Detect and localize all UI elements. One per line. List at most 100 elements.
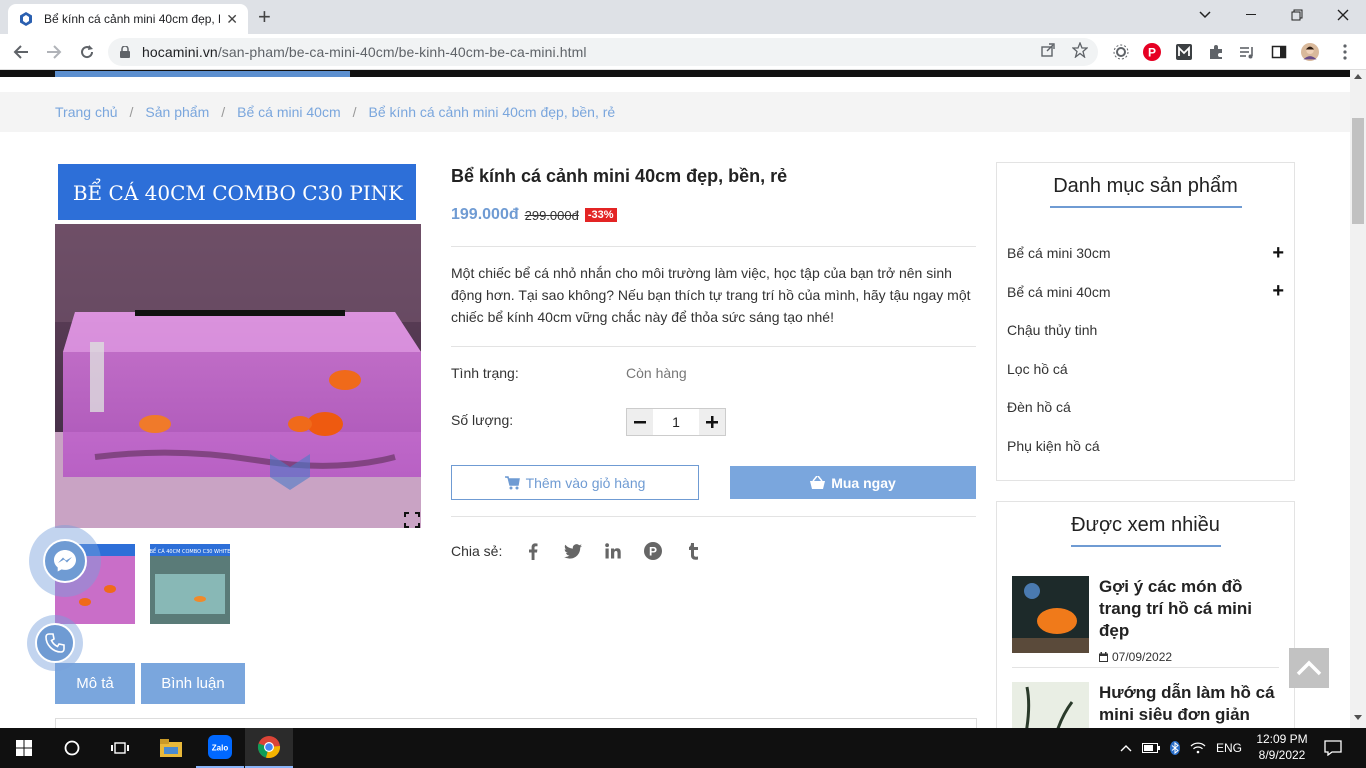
new-tab-button[interactable]: + — [258, 6, 271, 28]
back-button[interactable] — [10, 41, 32, 63]
messenger-button[interactable] — [29, 525, 101, 597]
browser-tab-bar: Bể kính cá cảnh mini 40cm đẹp, b ✕ + — [0, 0, 1366, 34]
scrollbar-thumb[interactable] — [1352, 118, 1364, 224]
breadcrumb-category[interactable]: Bể cá mini 40cm — [237, 104, 340, 120]
product-thumbnail-2[interactable]: BỂ CÁ 40CM COMBO C30 WHITE — [150, 544, 230, 624]
quantity-input[interactable]: 1 — [653, 409, 699, 435]
search-button[interactable] — [48, 728, 96, 768]
tab-close-icon[interactable]: ✕ — [226, 11, 238, 28]
address-bar[interactable]: hocamini.vn/san-pham/be-ca-mini-40cm/be-… — [108, 38, 1098, 66]
title-underline — [1070, 545, 1221, 547]
popular-posts-widget: Được xem nhiều Gợi ý các món đồ trang tr… — [996, 501, 1295, 728]
post-item[interactable]: Gợi ý các món đồ trang trí hồ cá mini đẹ… — [997, 576, 1294, 664]
category-item[interactable]: Lọc hồ cá — [997, 350, 1294, 389]
category-item[interactable]: Bể cá mini 40cm + — [997, 273, 1294, 312]
notification-center-button[interactable] — [1310, 728, 1356, 768]
task-view-button[interactable] — [96, 728, 144, 768]
language-indicator[interactable]: ENG — [1216, 741, 1242, 755]
forward-button[interactable] — [43, 41, 65, 63]
post-thumbnail[interactable] — [1012, 682, 1089, 728]
back-to-top-button[interactable] — [1289, 648, 1329, 688]
url-text: hocamini.vn/san-pham/be-ca-mini-40cm/be-… — [142, 44, 587, 60]
page-scrollbar[interactable] — [1350, 70, 1366, 728]
arrow-up-icon — [1296, 660, 1322, 676]
facebook-icon[interactable] — [524, 542, 542, 560]
scroll-up-arrow-icon[interactable] — [1354, 74, 1362, 79]
zalo-icon: Zalo — [208, 735, 232, 759]
tab-search-icon[interactable] — [1182, 0, 1228, 30]
phone-call-button[interactable] — [27, 615, 83, 671]
side-panel-icon[interactable] — [1270, 43, 1288, 61]
post-title[interactable]: Hướng dẫn làm hồ cá mini siêu đơn giản — [1099, 682, 1279, 726]
page-viewport: Trang chủ / Sản phẩm / Bể cá mini 40cm /… — [0, 70, 1350, 728]
expand-plus-icon[interactable]: + — [1272, 280, 1284, 303]
profile-avatar[interactable] — [1301, 43, 1319, 61]
pinterest-extension-icon[interactable]: P — [1143, 43, 1161, 61]
post-item[interactable]: Hướng dẫn làm hồ cá mini siêu đơn giản — [997, 682, 1294, 728]
post-title[interactable]: Gợi ý các món đồ trang trí hồ cá mini đẹ… — [1099, 576, 1279, 642]
product-title: Bể kính cá cảnh mini 40cm đẹp, bền, rẻ — [451, 166, 788, 186]
divider — [1012, 667, 1279, 668]
breadcrumb-products[interactable]: Sản phẩm — [145, 104, 209, 120]
mendeley-extension-icon[interactable] — [1175, 43, 1193, 61]
buy-now-button[interactable]: Mua ngay — [730, 466, 976, 499]
windows-start-button[interactable] — [0, 728, 48, 768]
quantity-increase-button[interactable] — [699, 409, 725, 435]
tray-expand-icon[interactable] — [1120, 744, 1132, 752]
product-main-image[interactable]: BỂ CÁ 40CM COMBO C30 PINK — [55, 162, 421, 528]
tab-comments[interactable]: Bình luận — [141, 663, 245, 704]
reload-button[interactable] — [76, 41, 98, 63]
bookmark-star-icon[interactable] — [1071, 41, 1089, 62]
popular-widget-title: Được xem nhiều — [1071, 514, 1220, 536]
post-date-text: 07/09/2022 — [1112, 650, 1173, 664]
category-label: Bể cá mini 40cm — [1007, 283, 1111, 300]
wifi-icon[interactable] — [1190, 742, 1206, 754]
category-item[interactable]: Chậu thủy tinh — [997, 311, 1294, 350]
tab-description[interactable]: Mô tả — [55, 663, 135, 704]
post-thumbnail[interactable] — [1012, 576, 1089, 653]
minimize-button[interactable] — [1228, 0, 1274, 30]
expand-plus-icon[interactable]: + — [1272, 242, 1284, 265]
bluetooth-icon[interactable] — [1170, 741, 1180, 755]
quantity-label: Số lượng: — [451, 412, 514, 428]
category-item[interactable]: Phụ kiện hồ cá — [997, 427, 1294, 466]
breadcrumb-bar: Trang chủ / Sản phẩm / Bể cá mini 40cm /… — [0, 92, 1350, 132]
close-window-button[interactable] — [1320, 0, 1366, 30]
pinterest-icon[interactable]: P — [644, 542, 663, 560]
tumblr-icon[interactable] — [684, 542, 702, 560]
media-control-icon[interactable] — [1238, 43, 1256, 61]
share-page-icon[interactable] — [1040, 42, 1056, 62]
quantity-decrease-button[interactable] — [627, 409, 653, 435]
add-to-cart-button[interactable]: Thêm vào giỏ hàng — [451, 465, 699, 500]
breadcrumb: Trang chủ / Sản phẩm / Bể cá mini 40cm /… — [55, 104, 615, 120]
system-clock[interactable]: 12:09 PM 8/9/2022 — [1252, 731, 1312, 763]
file-explorer-button[interactable] — [147, 728, 195, 768]
chrome-app-button[interactable] — [245, 728, 293, 768]
browser-tab[interactable]: Bể kính cá cảnh mini 40cm đẹp, b ✕ — [8, 4, 248, 34]
header-strip — [0, 70, 1350, 77]
category-label: Bể cá mini 30cm — [1007, 245, 1111, 262]
basket-icon — [810, 476, 826, 489]
breadcrumb-separator: / — [221, 104, 226, 120]
extension-gear-icon[interactable] — [1112, 43, 1130, 61]
fullscreen-icon[interactable] — [404, 512, 420, 528]
clock-date: 8/9/2022 — [1258, 748, 1306, 762]
twitter-icon[interactable] — [564, 542, 583, 560]
messenger-icon — [54, 550, 76, 572]
product-tabs: Mô tả Bình luận — [55, 663, 245, 704]
breadcrumb-separator: / — [352, 104, 357, 120]
zalo-app-button[interactable]: Zalo — [196, 728, 244, 768]
category-widget: Danh mục sản phẩm Bể cá mini 30cm + Bể c… — [996, 162, 1295, 481]
linkedin-icon[interactable] — [604, 542, 622, 560]
category-item[interactable]: Bể cá mini 30cm + — [997, 234, 1294, 273]
clock-time: 12:09 PM — [1256, 732, 1308, 746]
breadcrumb-home[interactable]: Trang chủ — [55, 104, 118, 120]
svg-text:Zalo: Zalo — [212, 744, 229, 753]
battery-icon[interactable] — [1142, 743, 1160, 753]
restore-button[interactable] — [1274, 0, 1320, 30]
category-item[interactable]: Đèn hồ cá — [997, 388, 1294, 427]
task-view-icon — [111, 742, 129, 754]
extensions-puzzle-icon[interactable] — [1207, 43, 1225, 61]
scroll-down-arrow-icon[interactable] — [1354, 715, 1362, 720]
chrome-menu-icon[interactable] — [1336, 43, 1354, 61]
